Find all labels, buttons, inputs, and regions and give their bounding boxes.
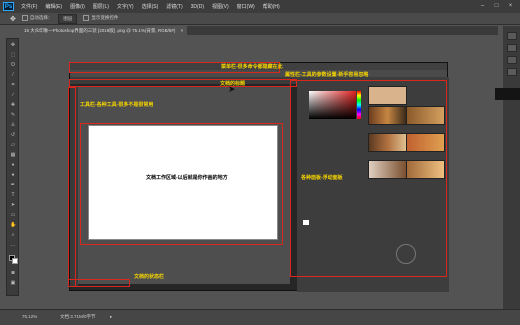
document-size[interactable]: 文档:3.71M/0字节 — [60, 314, 96, 320]
character-panel-icon[interactable] — [507, 68, 517, 76]
hand-tool-icon[interactable]: ✋ — [10, 223, 16, 228]
menu-bar: Ps 文件(F) 编辑(E) 图像(I) 图层(L) 文字(Y) 选择(S) 滤… — [0, 0, 520, 13]
pen-tool-icon[interactable]: ✒ — [10, 183, 16, 188]
checkbox-icon — [83, 15, 90, 22]
close-icon[interactable]: × — [181, 28, 184, 33]
type-tool-icon[interactable]: T — [10, 193, 16, 198]
menu-filter[interactable]: 滤镜(T) — [162, 3, 186, 10]
menu-edit[interactable]: 编辑(E) — [41, 3, 66, 10]
toolbar-annotation: 工具栏-各种工具-很多不是很常用 — [80, 102, 154, 108]
status-menu-arrow-icon[interactable]: ▸ — [110, 314, 112, 320]
zoom-level[interactable]: 75.12% — [22, 314, 37, 319]
menu-file[interactable]: 文件(F) — [17, 3, 41, 10]
brush-tool-icon[interactable]: ✎ — [10, 113, 16, 118]
move-tool-icon[interactable]: ✥ — [10, 43, 16, 48]
edit-toolbar-icon[interactable]: … — [10, 243, 16, 248]
menu-select[interactable]: 选择(S) — [138, 3, 163, 10]
marquee-tool-icon[interactable]: ⬚ — [10, 53, 16, 58]
quick-mask-icon[interactable]: ◙ — [10, 271, 16, 276]
menu-image[interactable]: 图像(I) — [66, 3, 89, 10]
transform-label: 显示变换控件 — [91, 15, 119, 21]
menu-view[interactable]: 视图(V) — [208, 3, 233, 10]
zoom-tool-icon[interactable]: ⌕ — [10, 233, 16, 238]
close-button[interactable]: × — [506, 2, 515, 10]
canvas-annotation: 文档工作区域-以后就是你作画的地方 — [146, 175, 228, 181]
auto-select-checkbox[interactable]: 自动选择： — [21, 15, 53, 22]
statusbar-annotation: 文档的状态栏 — [134, 274, 165, 280]
options-bar: ✥ 自动选择： 图层 显示变换控件 — [0, 13, 520, 25]
canvas-annotation-box — [80, 123, 283, 245]
menu-layer[interactable]: 图层(L) — [89, 3, 113, 10]
eraser-tool-icon[interactable]: ▱ — [10, 143, 16, 148]
menubar-annotation: 菜单栏-很多命令都隐藏在此 — [221, 64, 283, 70]
dodge-tool-icon[interactable]: ● — [10, 173, 16, 178]
menu-window[interactable]: 窗口(W) — [233, 3, 259, 10]
show-transform-checkbox[interactable]: 显示变换控件 — [83, 15, 119, 22]
history-brush-tool-icon[interactable]: ↺ — [10, 133, 16, 138]
move-tool-icon[interactable]: ✥ — [10, 15, 16, 23]
maximize-button[interactable]: □ — [492, 2, 501, 10]
checkbox-icon — [21, 15, 28, 22]
photoshop-logo: Ps — [3, 2, 14, 11]
healing-tool-icon[interactable]: ✚ — [10, 103, 16, 108]
magic-wand-tool-icon[interactable]: ⁄ — [10, 73, 16, 78]
toolbar: ✥ ⬚ ʘ ⁄ ⌗ ∕ ✚ ✎ ♙ ↺ ▱ ▦ ♦ ● ✒ T ➤ ▭ ✋ ⌕ … — [6, 38, 19, 296]
blur-tool-icon[interactable]: ♦ — [10, 163, 16, 168]
screen-mode-icon[interactable]: ▣ — [10, 281, 16, 286]
properties-panel-icon[interactable] — [507, 44, 517, 52]
path-select-tool-icon[interactable]: ➤ — [10, 203, 16, 208]
lasso-tool-icon[interactable]: ʘ — [10, 63, 16, 68]
statusbar-annotation-box — [68, 279, 130, 287]
minimize-button[interactable]: – — [478, 2, 487, 10]
shape-tool-icon[interactable]: ▭ — [10, 213, 16, 218]
menu-type[interactable]: 文字(Y) — [113, 3, 138, 10]
crop-tool-icon[interactable]: ⌗ — [10, 83, 16, 88]
document-tab-bar: 15 大众印象一Photoshop界面的三装 [2018版] .png @ 75… — [20, 26, 498, 35]
collapsed-panel-strip — [503, 26, 520, 325]
properties-annotation: 属性栏-工具的参数设置-新手容易忽略 — [285, 72, 369, 78]
gradient-tool-icon[interactable]: ▦ — [10, 153, 16, 158]
cursor-icon: ➤ — [228, 84, 236, 94]
auto-select-dropdown[interactable]: 图层 — [58, 13, 78, 24]
status-bar: 75.12% 文档:3.71M/0字节 ▸ — [0, 309, 520, 325]
auto-select-label: 自动选择： — [29, 15, 53, 21]
toolbar-annotation-box — [68, 87, 76, 287]
document-tab[interactable]: 15 大众印象一Photoshop界面的三装 [2018版] .png @ 75… — [20, 26, 188, 35]
background-color-swatch[interactable] — [12, 258, 18, 264]
brush-panel-icon[interactable] — [507, 56, 517, 64]
document-tab-title: 15 大众印象一Photoshop界面的三装 [2018版] .png @ 75… — [24, 28, 176, 33]
panels-annotation: 各种面板-浮动面板 — [301, 175, 343, 181]
panel-overlay — [495, 88, 520, 100]
history-panel-icon[interactable] — [507, 32, 517, 40]
menu-3d[interactable]: 3D(D) — [187, 4, 208, 10]
stamp-tool-icon[interactable]: ♙ — [10, 123, 16, 128]
menu-help[interactable]: 帮助(H) — [259, 3, 284, 10]
eyedropper-tool-icon[interactable]: ∕ — [10, 93, 16, 98]
document-tab-annotation-box — [69, 79, 297, 87]
